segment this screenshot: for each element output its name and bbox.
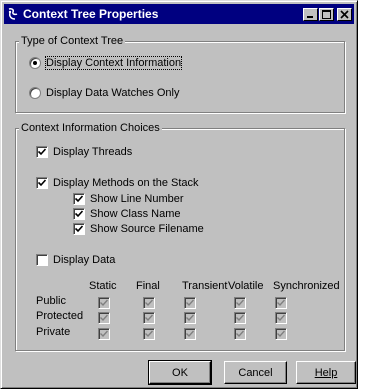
column-header-synchronized: Synchronized xyxy=(273,280,340,292)
check-icon xyxy=(100,314,108,322)
radio-display-data-watches-only[interactable]: Display Data Watches Only xyxy=(29,87,179,99)
modifier-checkbox-private-synchronized[interactable] xyxy=(275,328,287,340)
cancel-button[interactable]: Cancel xyxy=(224,361,287,384)
check-icon xyxy=(186,314,194,322)
cancel-button-label: Cancel xyxy=(238,366,273,379)
checkbox-label: Display Methods on the Stack xyxy=(53,177,199,189)
column-header-static: Static xyxy=(89,280,117,292)
checkbox-show-line-number[interactable]: Show Line Number xyxy=(73,193,184,205)
check-icon xyxy=(236,330,244,338)
app-icon xyxy=(6,7,20,21)
modifier-checkbox-protected-transient[interactable] xyxy=(184,312,196,324)
checkbox-show-source-filename[interactable]: Show Source Filename xyxy=(73,223,204,235)
check-icon xyxy=(75,225,83,233)
checkbox-display-data[interactable]: Display Data xyxy=(36,254,115,266)
modifier-checkbox-public-synchronized[interactable] xyxy=(275,297,287,309)
help-button[interactable]: Help xyxy=(296,361,356,384)
radio-display-context-information[interactable]: Display Context Information xyxy=(29,56,183,70)
minimize-icon xyxy=(307,15,313,18)
check-icon xyxy=(145,299,153,307)
minimize-button[interactable] xyxy=(303,7,318,21)
context-information-choices-group: Context Information Choices Display Thre… xyxy=(15,122,345,351)
check-icon xyxy=(75,210,83,218)
column-header-transient: Transient xyxy=(182,280,228,292)
checkbox[interactable] xyxy=(73,208,85,220)
checkbox-label: Show Line Number xyxy=(90,193,184,205)
modifier-checkbox-protected-final[interactable] xyxy=(143,312,155,324)
modifier-checkbox-protected-static[interactable] xyxy=(98,312,110,324)
modifier-checkbox-public-static[interactable] xyxy=(98,297,110,309)
type-of-context-tree-group: Type of Context Tree Display Context Inf… xyxy=(15,35,345,113)
check-icon xyxy=(100,330,108,338)
maximize-icon xyxy=(322,9,331,19)
modifier-checkbox-private-volatile[interactable] xyxy=(234,328,246,340)
ok-button-label: OK xyxy=(172,366,188,379)
modifier-checkbox-public-volatile[interactable] xyxy=(234,297,246,309)
check-icon xyxy=(277,330,285,338)
check-icon xyxy=(277,314,285,322)
checkbox-show-class-name[interactable]: Show Class Name xyxy=(73,208,180,220)
check-icon xyxy=(186,330,194,338)
group-legend-choices: Context Information Choices xyxy=(19,122,162,134)
title-bar[interactable]: Context Tree Properties xyxy=(4,4,354,24)
modifier-checkbox-private-final[interactable] xyxy=(143,328,155,340)
modifier-checkbox-private-static[interactable] xyxy=(98,328,110,340)
checkbox[interactable] xyxy=(36,146,48,158)
check-icon xyxy=(236,299,244,307)
modifier-checkbox-public-transient[interactable] xyxy=(184,297,196,309)
check-icon xyxy=(186,299,194,307)
column-header-volatile: Volatile xyxy=(228,280,264,292)
check-icon xyxy=(145,330,153,338)
dialog-window: Context Tree Properties Type of Context … xyxy=(0,0,358,389)
row-header-protected: Protected xyxy=(36,310,84,322)
modifier-checkbox-public-final[interactable] xyxy=(143,297,155,309)
help-button-label: Help xyxy=(314,366,338,379)
checkbox[interactable] xyxy=(73,193,85,205)
ok-button[interactable]: OK xyxy=(148,360,212,385)
check-icon xyxy=(277,299,285,307)
column-header-final: Final xyxy=(136,280,160,292)
checkbox-display-threads[interactable]: Display Threads xyxy=(36,146,132,158)
checkbox[interactable] xyxy=(36,254,48,266)
check-icon xyxy=(38,148,46,156)
window-title: Context Tree Properties xyxy=(23,7,159,21)
row-header-public: Public xyxy=(36,295,66,307)
check-icon xyxy=(100,299,108,307)
modifier-checkbox-private-transient[interactable] xyxy=(184,328,196,340)
radio-button[interactable] xyxy=(29,57,41,69)
check-icon xyxy=(236,314,244,322)
row-header-private: Private xyxy=(36,326,71,338)
check-icon xyxy=(75,195,83,203)
maximize-button[interactable] xyxy=(319,7,334,21)
radio-label: Display Context Information xyxy=(44,56,183,70)
group-legend-type: Type of Context Tree xyxy=(19,35,126,47)
checkbox-label: Show Source Filename xyxy=(90,223,204,235)
close-icon xyxy=(340,9,349,19)
modifier-checkbox-protected-volatile[interactable] xyxy=(234,312,246,324)
checkbox-label: Show Class Name xyxy=(90,208,181,220)
checkbox[interactable] xyxy=(36,177,48,189)
checkbox-label: Display Threads xyxy=(53,146,133,158)
check-icon xyxy=(145,314,153,322)
check-icon xyxy=(38,179,46,187)
radio-button[interactable] xyxy=(29,87,41,99)
close-button[interactable] xyxy=(337,7,352,21)
modifier-checkbox-protected-synchronized[interactable] xyxy=(275,312,287,324)
checkbox-display-methods[interactable]: Display Methods on the Stack xyxy=(36,177,199,189)
checkbox-label: Display Data xyxy=(53,254,116,266)
checkbox[interactable] xyxy=(73,223,85,235)
radio-label: Display Data Watches Only xyxy=(46,87,180,99)
